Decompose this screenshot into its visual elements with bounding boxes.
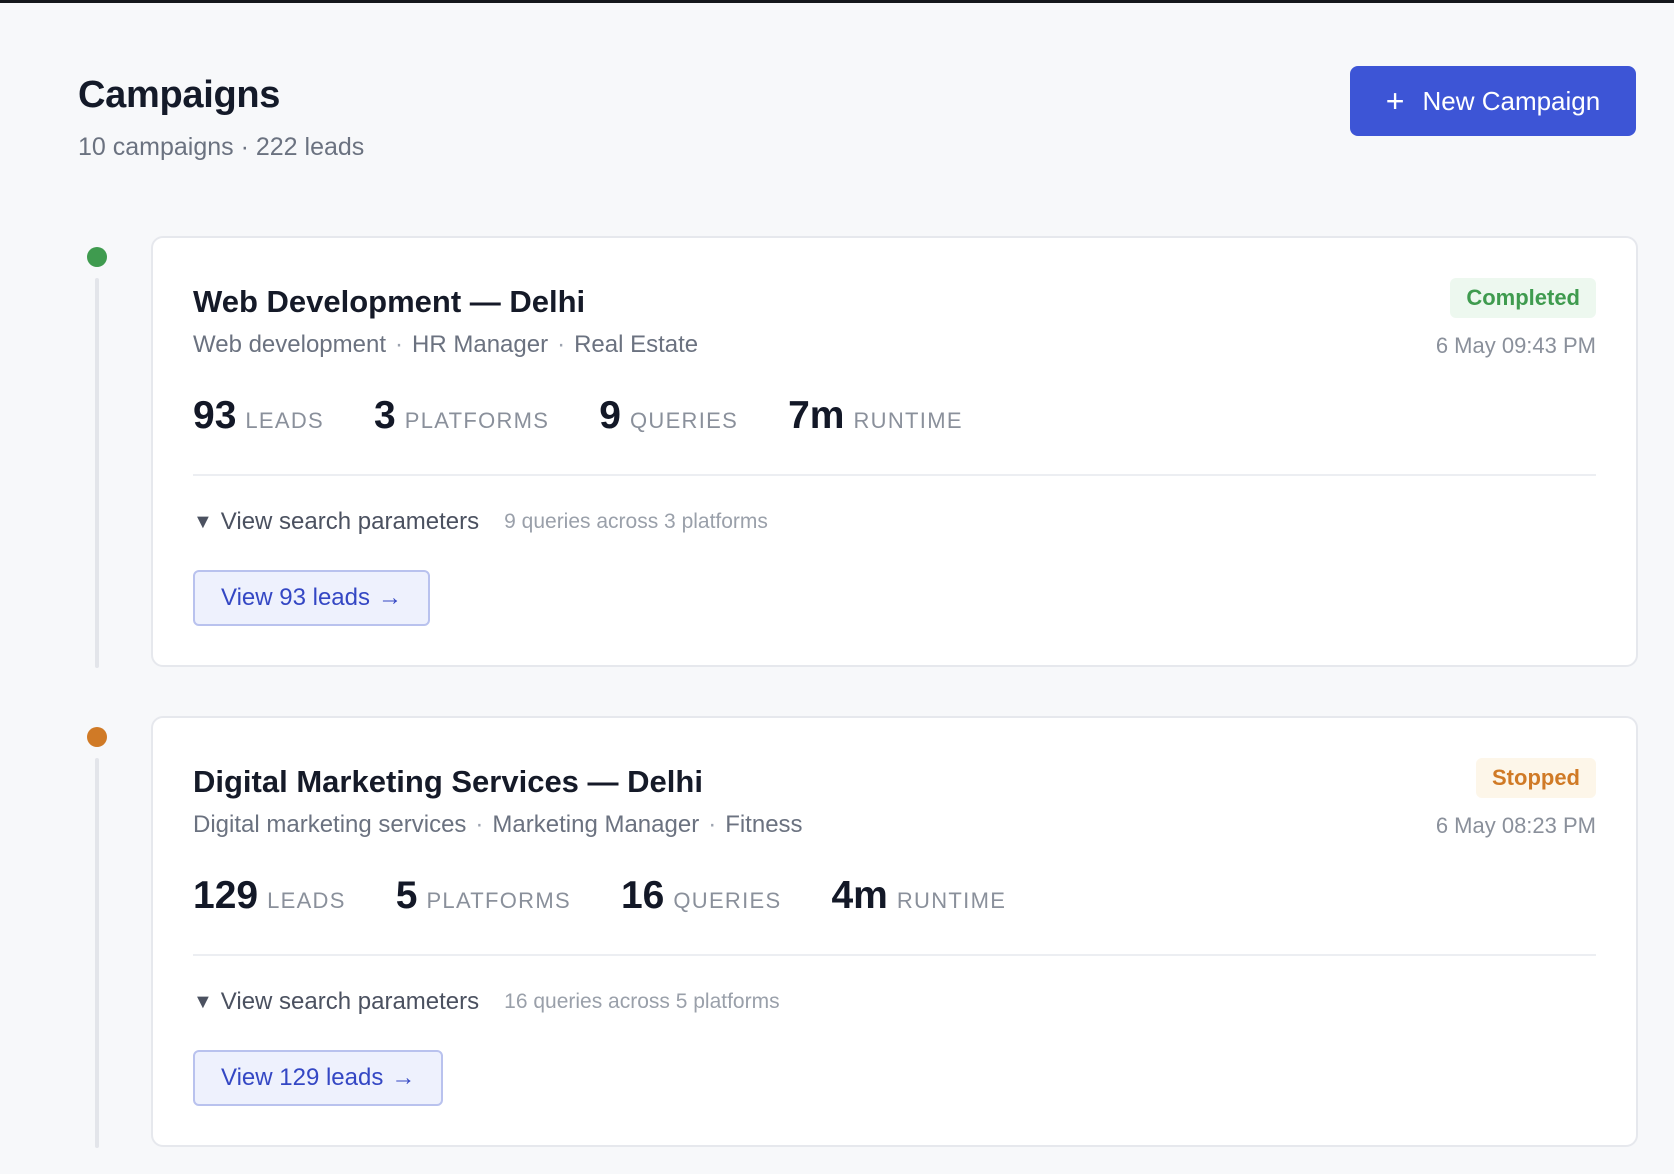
campaign-stats: 93 LEADS 3 PLATFORMS 9 QUERIES 7m RUNTIM… <box>193 392 1013 440</box>
stat-value: 4m <box>831 874 888 917</box>
stat-runtime: 4m RUNTIME <box>831 872 1006 920</box>
card-divider <box>193 474 1596 476</box>
stat-queries: 9 QUERIES <box>599 392 738 440</box>
campaign-industry: Real Estate <box>574 331 699 358</box>
stat-label: QUERIES <box>629 408 739 433</box>
stat-label: LEADS <box>267 888 346 913</box>
card-divider <box>193 954 1596 956</box>
campaign-service: Digital marketing services <box>193 811 467 838</box>
status-badge: Stopped <box>1476 758 1596 798</box>
stat-platforms: 3 PLATFORMS <box>374 392 549 440</box>
campaign-title: Digital Marketing Services — Delhi <box>193 764 703 799</box>
plus-icon: + <box>1385 83 1405 119</box>
campaign-card: Web Development — Delhi Web development ·… <box>151 236 1638 667</box>
caret-down-icon[interactable]: ▼ <box>193 991 213 1014</box>
campaign-timestamp: 6 May 08:23 PM <box>1435 813 1596 838</box>
stat-value: 3 <box>374 394 396 437</box>
status-badge: Completed <box>1450 278 1596 318</box>
stat-label: RUNTIME <box>853 408 963 433</box>
campaign-timestamp: 6 May 09:43 PM <box>1435 333 1596 358</box>
campaign-timeline: Web Development — Delhi Web development ·… <box>78 236 1638 1174</box>
campaign-role: HR Manager <box>412 331 549 358</box>
caret-down-icon[interactable]: ▼ <box>193 511 213 534</box>
campaign-role: Marketing Manager <box>492 811 700 838</box>
search-parameters: ▼ View search parameters 9 queries acros… <box>193 508 768 536</box>
campaign-title: Web Development — Delhi <box>193 284 586 319</box>
campaign-entry: Digital Marketing Services — Delhi Digit… <box>78 716 1638 1174</box>
search-parameters: ▼ View search parameters 16 queries acro… <box>193 988 780 1016</box>
new-campaign-button[interactable]: + New Campaign <box>1350 66 1636 136</box>
stat-value: 7m <box>788 394 845 437</box>
stat-label: PLATFORMS <box>426 888 571 913</box>
page-header: Campaigns 10 campaigns · 222 leads + New… <box>78 66 1638 180</box>
params-summary: 16 queries across 5 platforms <box>504 990 780 1013</box>
stat-value: 93 <box>193 394 237 437</box>
view-leads-button[interactable]: View 93 leads → <box>193 570 430 626</box>
campaigns-summary: 10 campaigns · 222 leads <box>78 133 365 161</box>
view-leads-label: View 93 leads <box>221 584 370 611</box>
arrow-right-icon: → <box>391 1064 416 1091</box>
timeline-rail <box>95 278 99 668</box>
stat-leads: 93 LEADS <box>193 392 324 440</box>
view-search-parameters-toggle[interactable]: View search parameters <box>221 508 479 536</box>
stat-value: 5 <box>395 874 418 917</box>
new-campaign-label: New Campaign <box>1422 85 1601 116</box>
stat-label: RUNTIME <box>896 888 1007 913</box>
campaign-industry: Fitness <box>725 811 803 838</box>
campaign-service: Web development <box>193 331 387 358</box>
status-dot-completed <box>87 247 107 267</box>
stat-value: 16 <box>620 874 665 917</box>
stat-value: 129 <box>193 874 259 917</box>
stat-label: LEADS <box>245 408 325 433</box>
view-search-parameters-toggle[interactable]: View search parameters <box>221 988 479 1016</box>
timeline-rail <box>95 758 99 1148</box>
campaign-meta: Web development · HR Manager · Real Estate <box>193 331 699 358</box>
stat-label: PLATFORMS <box>404 408 550 433</box>
view-leads-label: View 129 leads <box>221 1064 384 1091</box>
campaign-card: Digital Marketing Services — Delhi Digit… <box>151 716 1638 1147</box>
arrow-right-icon: → <box>378 584 402 611</box>
params-summary: 9 queries across 3 platforms <box>504 510 768 533</box>
stat-value: 9 <box>599 394 621 437</box>
campaign-stats: 129 LEADS 5 PLATFORMS 16 QUERIES 4m RUNT… <box>193 872 1056 920</box>
stat-label: QUERIES <box>673 888 782 913</box>
stat-runtime: 7m RUNTIME <box>788 392 963 440</box>
campaign-entry: Web Development — Delhi Web development ·… <box>78 236 1638 716</box>
stat-leads: 129 LEADS <box>193 872 346 920</box>
status-dot-stopped <box>87 727 107 747</box>
stat-platforms: 5 PLATFORMS <box>396 872 571 920</box>
top-bar <box>0 0 1674 3</box>
view-leads-button[interactable]: View 129 leads → <box>193 1050 444 1106</box>
campaign-meta: Digital marketing services · Marketing Man… <box>193 811 803 838</box>
stat-queries: 16 QUERIES <box>621 872 782 920</box>
